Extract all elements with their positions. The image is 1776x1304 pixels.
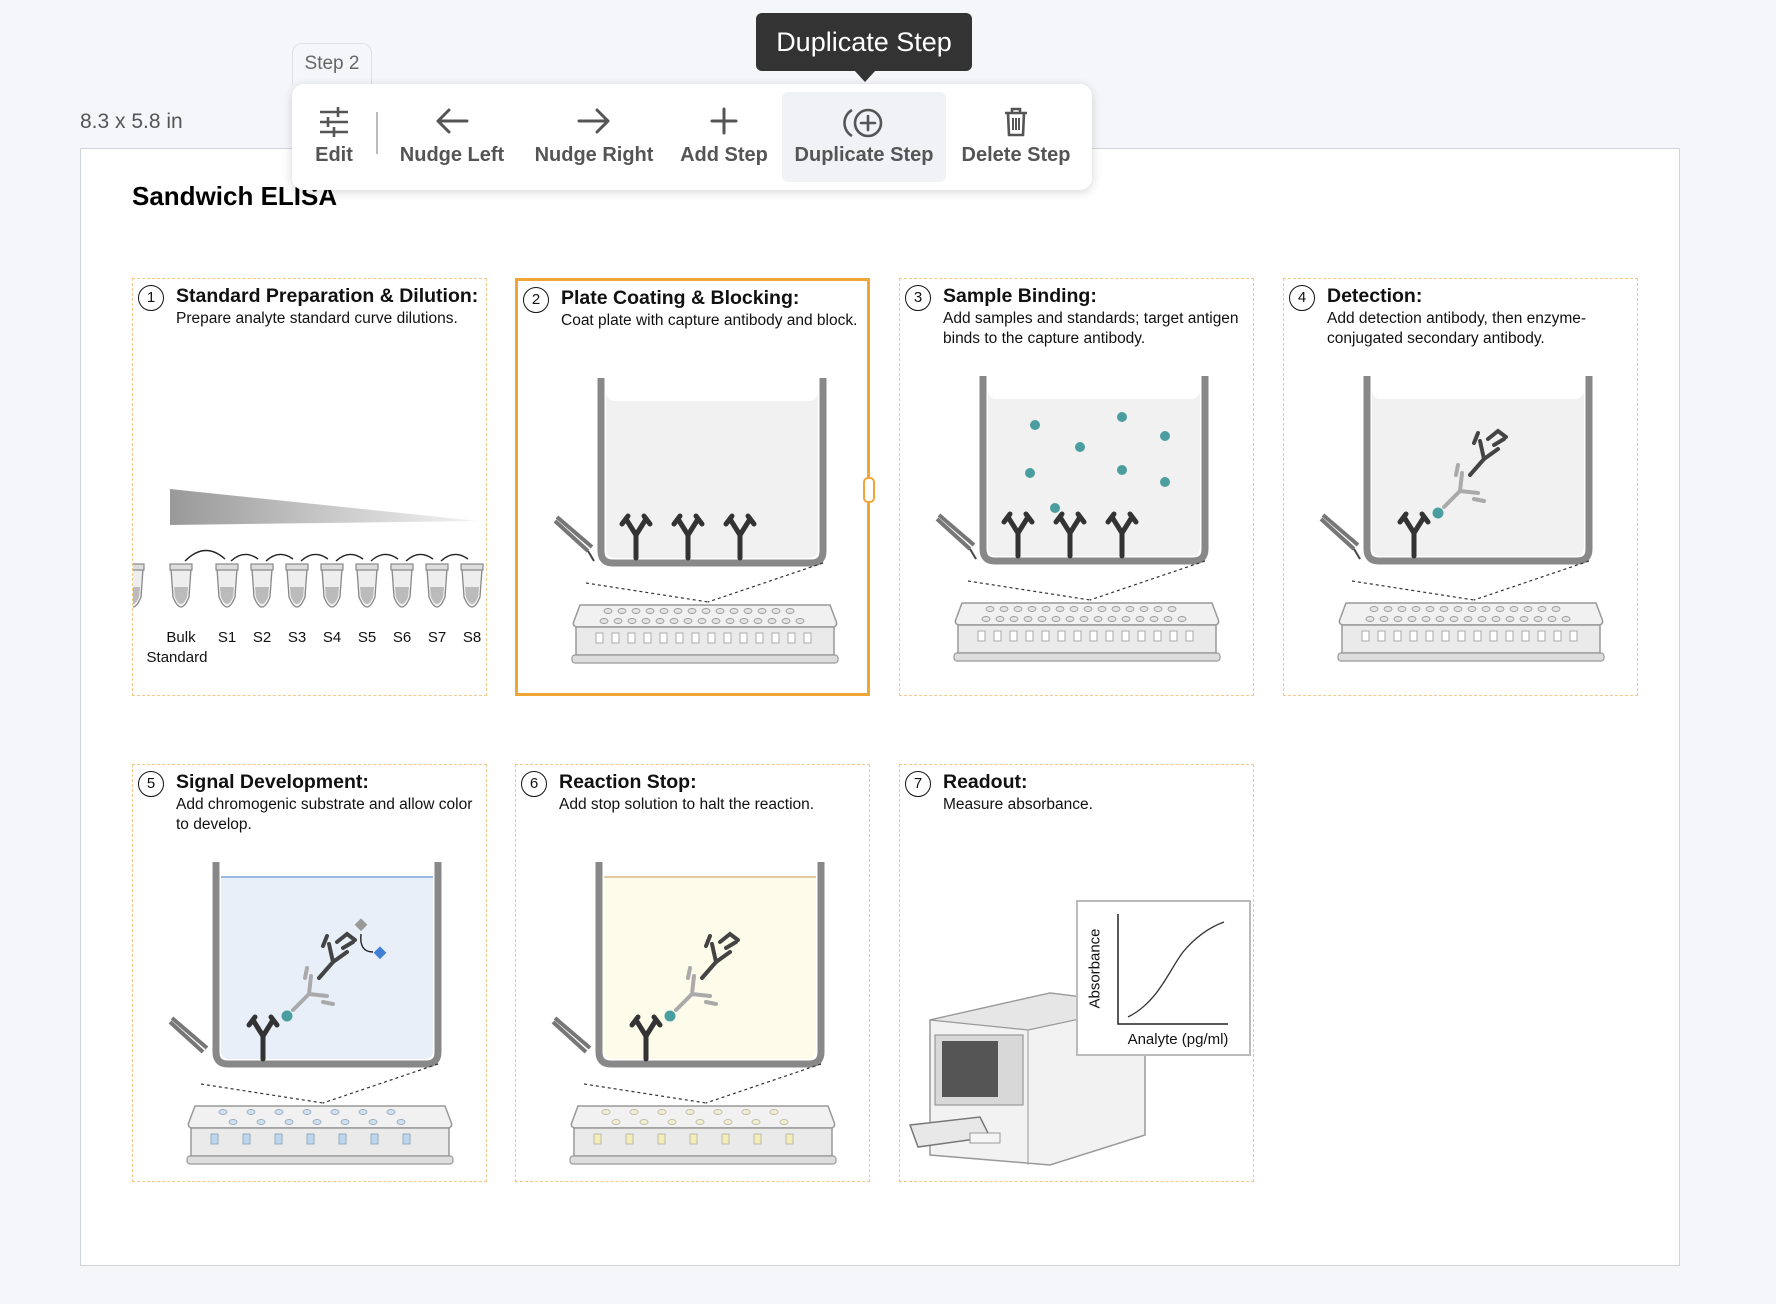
step-title: Plate Coating & Blocking:: [561, 287, 800, 309]
page-size-label: 8.3 x 5.8 in: [80, 110, 183, 133]
tube-sublabel: Standard: [146, 649, 208, 666]
step-card-6[interactable]: 6 Reaction Stop: Add stop solution to ha…: [515, 764, 870, 1182]
delete-step-button[interactable]: Delete Step: [948, 84, 1084, 190]
step-card-3[interactable]: 3 Sample Binding: Add samples and standa…: [899, 278, 1254, 696]
resize-handle[interactable]: [863, 477, 875, 503]
step-title: Sample Binding:: [943, 285, 1097, 307]
tube-label: S1: [217, 629, 237, 646]
step-title: Detection:: [1327, 285, 1423, 307]
standard-curve-graph: Absorbance Analyte (pg/ml): [1076, 900, 1251, 1056]
step-card-1[interactable]: 1 Standard Preparation & Dilution: Prepa…: [132, 278, 487, 696]
step-title: Standard Preparation & Dilution:: [176, 285, 479, 307]
duplicate-step-button[interactable]: Duplicate Step: [782, 84, 946, 190]
add-step-button[interactable]: Add Step: [668, 84, 780, 190]
step-card-7[interactable]: 7 Readout: Measure absorbance. Absorbanc…: [899, 764, 1254, 1182]
tube-label: S6: [392, 629, 412, 646]
add-step-label: Add Step: [680, 144, 768, 166]
step-number: 4: [1289, 285, 1315, 311]
tube-label: S8: [462, 629, 482, 646]
sliders-icon: [320, 107, 348, 137]
duplicate-step-label: Duplicate Step: [794, 144, 934, 166]
edit-label: Edit: [315, 144, 353, 166]
step-number: 6: [521, 771, 547, 797]
step-tab: Step 2: [292, 43, 372, 85]
step-toolbar: Edit Nudge Left Nudge Right Add Step Dup…: [292, 84, 1092, 190]
reaction-stop-illustration: [551, 862, 837, 1165]
arrow-left-icon: [436, 108, 469, 134]
tooltip: Duplicate Step: [756, 13, 972, 71]
step-title: Readout:: [943, 771, 1028, 793]
step-description: Add chromogenic substrate and allow colo…: [176, 796, 473, 833]
step-number: 1: [138, 285, 164, 311]
tube-label: S2: [252, 629, 272, 646]
step-title: Signal Development:: [176, 771, 369, 793]
tube-label: S4: [322, 629, 342, 646]
toolbar-divider: [376, 112, 378, 154]
step-title: Reaction Stop:: [559, 771, 697, 793]
step-number: 3: [905, 285, 931, 311]
step-card-5[interactable]: 5 Signal Development: Add chromogenic su…: [132, 764, 487, 1182]
nudge-left-label: Nudge Left: [399, 144, 505, 166]
step-description: Add samples and standards; target antige…: [943, 310, 1239, 347]
nudge-right-label: Nudge Right: [534, 144, 654, 166]
step-number: 5: [138, 771, 164, 797]
tube-icon: [133, 563, 145, 608]
step-number: 7: [905, 771, 931, 797]
graph-y-label: Absorbance: [1086, 928, 1104, 1009]
edit-button[interactable]: Edit: [292, 84, 376, 190]
step-number: 2: [523, 287, 549, 313]
step-description: Measure absorbance.: [943, 796, 1093, 813]
delete-step-label: Delete Step: [961, 144, 1071, 166]
step-description: Add stop solution to halt the reaction.: [559, 796, 815, 813]
tube-label: S5: [357, 629, 377, 646]
step-card-4[interactable]: 4 Detection: Add detection antibody, the…: [1283, 278, 1638, 696]
arrow-right-icon: [577, 108, 610, 134]
tube-label: Bulk: [166, 629, 196, 646]
tube-label: S3: [287, 629, 307, 646]
trash-icon: [1005, 107, 1027, 137]
tube-label: S7: [427, 629, 447, 646]
plate-coating-illustration: [553, 378, 839, 664]
step-description: Prepare analyte standard curve dilutions…: [176, 310, 458, 327]
plus-icon: [710, 107, 738, 135]
tooltip-arrow: [854, 70, 876, 82]
nudge-left-button[interactable]: Nudge Left: [389, 84, 515, 190]
document-canvas[interactable]: Sandwich ELISA 1 Standard Preparation & …: [80, 148, 1680, 1266]
nudge-right-button[interactable]: Nudge Right: [526, 84, 662, 190]
step-description: Add detection antibody, then enzyme-conj…: [1327, 310, 1587, 347]
graph-x-label: Analyte (pg/ml): [1127, 1031, 1229, 1048]
step-description: Coat plate with capture antibody and blo…: [561, 312, 858, 329]
step-card-2[interactable]: 2 Plate Coating & Blocking: Coat plate w…: [515, 278, 875, 696]
duplicate-circle-plus-icon: [843, 108, 883, 138]
